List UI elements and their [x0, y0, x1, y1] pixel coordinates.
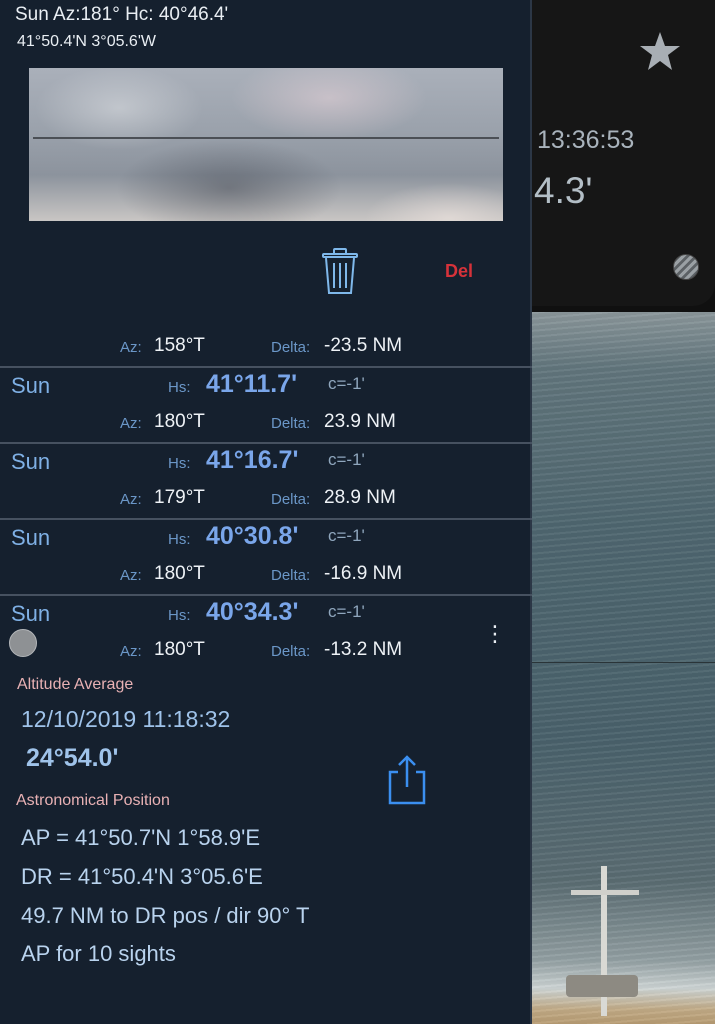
az-value: 158°T — [154, 335, 205, 356]
az-value: 180°T — [154, 639, 205, 660]
hs-value: 40°30.8' — [206, 522, 299, 550]
delta-label: Delta: — [271, 339, 311, 356]
delta-label: Delta: — [271, 415, 311, 432]
astro-position-label: Astronomical Position — [16, 792, 170, 809]
sight-row[interactable]: Sun Hs: 40°30.8' c=-1' Az: 180°T Delta: … — [0, 520, 532, 596]
sights-panel: Sun Az:181° Hc: 40°46.4' 41°50.4'N 3°05.… — [0, 0, 532, 1024]
ap-line: AP = 41°50.7'N 1°58.9'E — [21, 825, 261, 850]
sight-photo[interactable] — [29, 68, 503, 221]
hs-label: Hs: — [168, 607, 191, 624]
delta-value: 28.9 NM — [324, 487, 396, 508]
correction-value: c=-1' — [328, 374, 365, 393]
average-datetime: 12/10/2019 11:18:32 — [21, 706, 231, 732]
delta-value: -23.5 NM — [324, 335, 403, 356]
sight-row[interactable]: Sun Hs: 41°16.7' c=-1' Az: 179°T Delta: … — [0, 444, 532, 520]
delta-value: -16.9 NM — [324, 563, 403, 584]
body-name: Sun — [11, 449, 51, 474]
position-header: 41°50.4'N 3°05.6'W — [17, 33, 156, 50]
az-label: Az: — [120, 567, 142, 584]
delta-value: 23.9 NM — [324, 411, 396, 432]
dr-line: DR = 41°50.4'N 3°05.6'E — [21, 864, 263, 889]
sight-count-line: AP for 10 sights — [21, 941, 176, 966]
sea-photo — [530, 312, 715, 1024]
delta-label: Delta: — [271, 567, 311, 584]
photo-horizon-line — [33, 137, 499, 139]
az-value: 179°T — [154, 487, 205, 508]
sight-row[interactable]: Sun Hs: 40°34.3' c=-1' Az: 180°T Delta: … — [0, 596, 532, 672]
distance-line: 49.7 NM to DR pos / dir 90° T — [21, 903, 310, 928]
hs-value: 41°16.7' — [206, 446, 299, 474]
hs-label: Hs: — [168, 379, 191, 396]
star-icon[interactable] — [636, 28, 684, 76]
body-name: Sun — [11, 525, 51, 550]
trash-icon[interactable] — [320, 246, 360, 296]
body-name: Sun — [11, 601, 51, 626]
delta-label: Delta: — [271, 643, 311, 660]
share-icon[interactable] — [386, 754, 428, 806]
hs-label: Hs: — [168, 455, 191, 472]
time-readout: 13:36:53 — [537, 126, 635, 154]
az-value: 180°T — [154, 563, 205, 584]
az-label: Az: — [120, 643, 142, 660]
correction-value: c=-1' — [328, 450, 365, 469]
body-name: Sun — [11, 373, 51, 398]
az-label: Az: — [120, 491, 142, 508]
horizon-line — [530, 662, 715, 663]
mast-crossbar — [571, 890, 639, 895]
altitude-average-label: Altitude Average — [17, 676, 134, 693]
mast-base — [566, 975, 638, 997]
hs-value: 41°11.7' — [206, 370, 298, 398]
delete-button[interactable]: Del — [445, 261, 473, 282]
delta-value: -13.2 NM — [324, 639, 403, 660]
correction-value: c=-1' — [328, 526, 365, 545]
az-label: Az: — [120, 339, 142, 356]
az-value: 180°T — [154, 411, 205, 432]
sight-row[interactable]: Sun Hs: 41°11.7' c=-1' Az: 180°T Delta: … — [0, 368, 532, 444]
offset-readout: 4.3' — [534, 170, 593, 211]
correction-value: c=-1' — [328, 602, 365, 621]
hs-label: Hs: — [168, 531, 191, 548]
az-label: Az: — [120, 415, 142, 432]
average-altitude: 24°54.0' — [26, 744, 119, 772]
adjust-knob[interactable] — [673, 254, 699, 280]
select-circle-button[interactable] — [9, 629, 37, 657]
hs-value: 40°34.3' — [206, 598, 299, 626]
delta-label: Delta: — [271, 491, 311, 508]
more-icon[interactable]: ⋮ — [484, 621, 507, 647]
sight-summary-header: Sun Az:181° Hc: 40°46.4' — [15, 4, 229, 25]
sight-row-partial[interactable]: Az: 158°T Delta: -23.5 NM — [0, 292, 532, 368]
